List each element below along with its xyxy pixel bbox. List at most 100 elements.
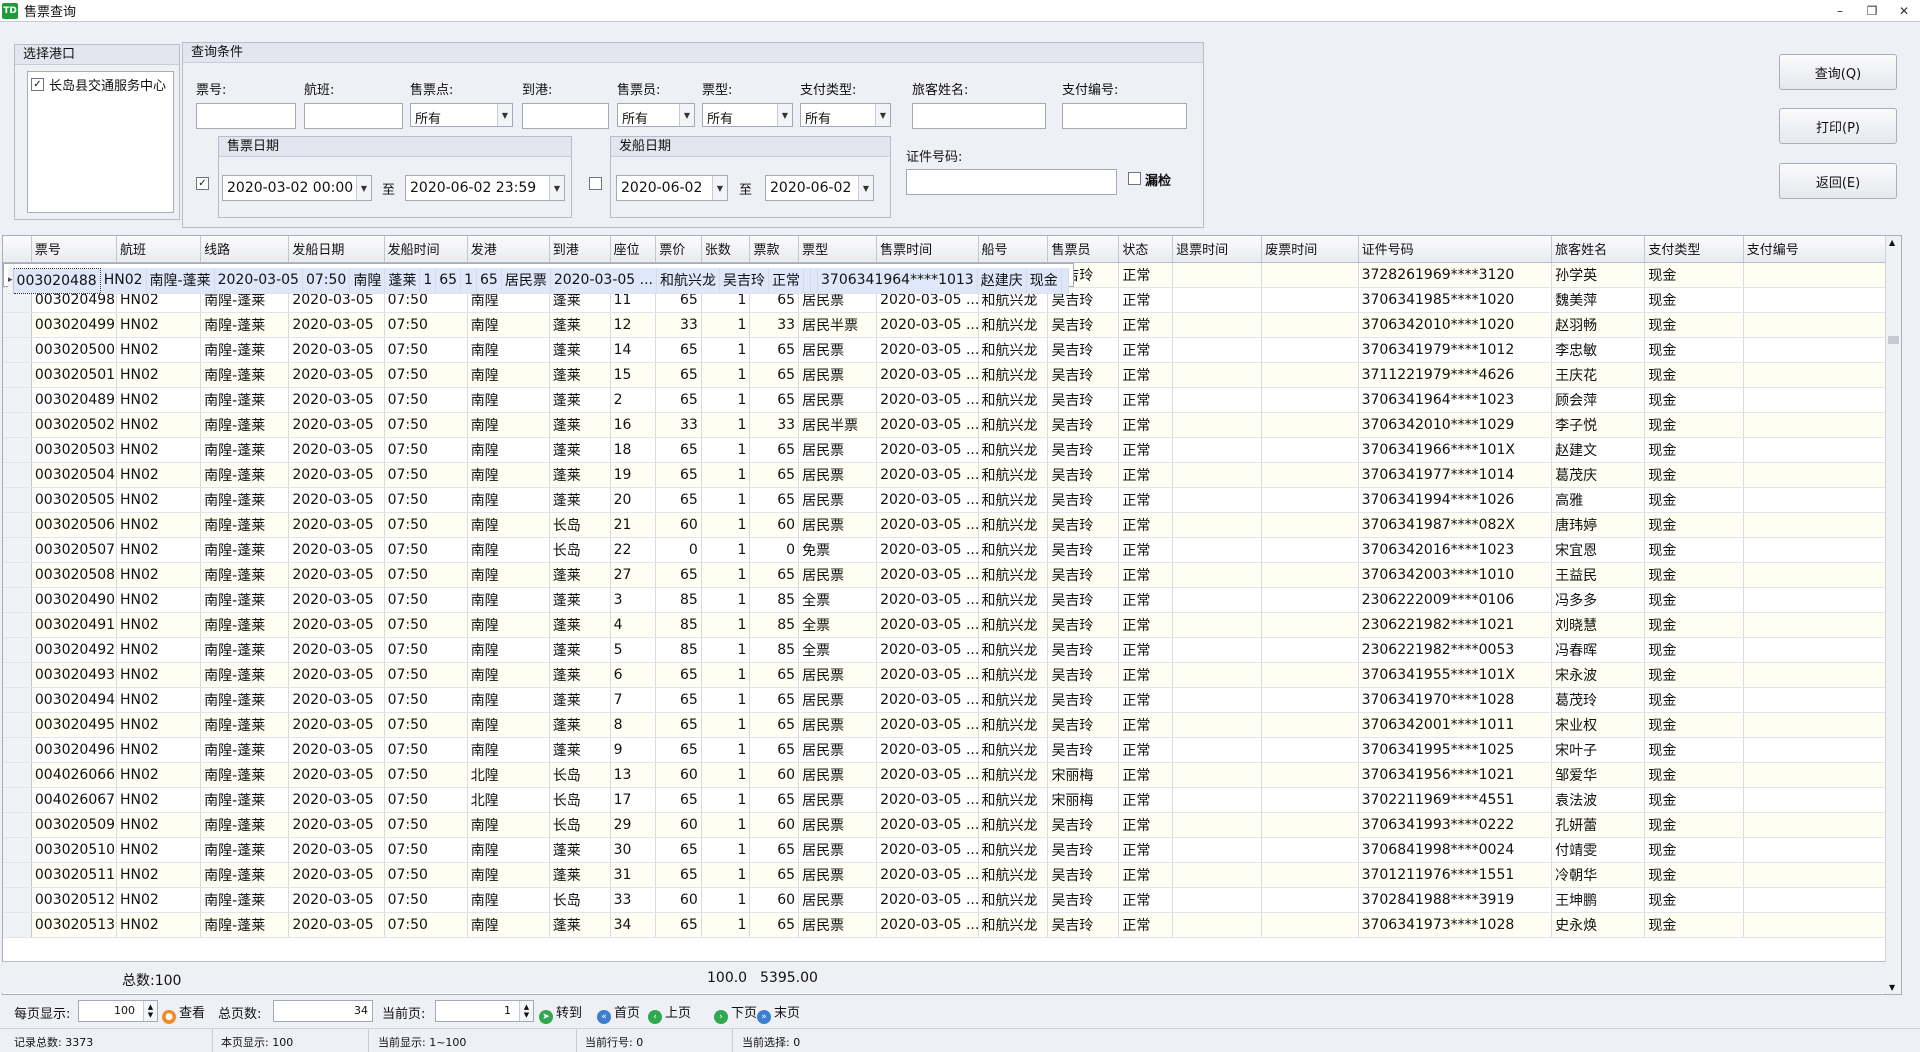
table-cell[interactable]: 21 xyxy=(610,512,657,538)
table-cell[interactable]: 和航兴龙 xyxy=(978,637,1049,663)
table-cell[interactable] xyxy=(1743,837,1901,863)
table-cell[interactable]: 现金 xyxy=(1644,637,1744,663)
table-cell[interactable]: 吴吉玲 xyxy=(1047,612,1120,638)
table-cell[interactable] xyxy=(1261,662,1359,688)
table-cell[interactable] xyxy=(1172,612,1263,638)
table-cell[interactable]: 南隍-蓬莱 xyxy=(200,687,290,713)
table-cell[interactable]: 孙学英 xyxy=(1551,262,1646,288)
table-cell[interactable]: 19 xyxy=(610,462,657,488)
table-cell[interactable]: 孔妍蕾 xyxy=(1551,812,1646,838)
table-cell[interactable]: 1 xyxy=(701,812,751,838)
row-indicator[interactable] xyxy=(3,562,32,588)
table-row[interactable]: 004026067 HN02 南隍-蓬莱 2020-03-05 07:50 北隍 长岛 17 6… xyxy=(3,787,1901,813)
table-cell[interactable] xyxy=(1172,287,1263,313)
table-row[interactable]: ▸ 003020488 HN02 南隍-蓬莱 2020-03-05 07:50 南隍 蓬莱 1 6… xyxy=(3,262,1074,294)
table-cell[interactable]: 31 xyxy=(610,862,657,888)
table-cell[interactable]: 南隍 xyxy=(467,912,550,938)
table-cell[interactable]: 20 xyxy=(610,487,657,513)
table-cell[interactable] xyxy=(1261,637,1359,663)
table-cell[interactable]: 3706342010****1020 xyxy=(1358,312,1553,338)
table-cell[interactable]: 居民票 xyxy=(798,737,878,763)
table-cell[interactable]: 史永焕 xyxy=(1551,912,1646,938)
table-cell[interactable]: 16 xyxy=(610,412,657,438)
table-row[interactable]: 003020512 HN02 南隍-蓬莱 2020-03-05 07:50 南隍 长岛 33 6… xyxy=(3,887,1901,913)
chevron-down-icon[interactable]: ▼ xyxy=(549,176,564,200)
table-cell[interactable]: 李忠敏 xyxy=(1551,337,1646,363)
table-cell[interactable] xyxy=(1743,287,1901,313)
table-cell[interactable]: 吴吉玲 xyxy=(1047,362,1120,388)
table-cell[interactable]: 3706341987****082X xyxy=(1358,512,1553,538)
table-row[interactable]: 003020510 HN02 南隍-蓬莱 2020-03-05 07:50 南隍 蓬莱 30 6… xyxy=(3,837,1901,863)
table-cell[interactable]: 南隍 xyxy=(467,487,550,513)
table-cell[interactable]: 正常 xyxy=(1118,587,1174,613)
table-cell[interactable]: HN02 xyxy=(116,737,202,763)
table-cell[interactable]: HN02 xyxy=(116,487,202,513)
table-cell[interactable]: 1 xyxy=(701,837,751,863)
table-cell[interactable]: 和航兴龙 xyxy=(978,887,1049,913)
table-cell[interactable]: 3706341956****1021 xyxy=(1358,762,1553,788)
print-button[interactable]: 打印(P) xyxy=(1779,108,1897,144)
table-cell[interactable]: 60 xyxy=(749,887,800,913)
ticket-no-input[interactable] xyxy=(196,103,296,129)
table-cell[interactable] xyxy=(1743,712,1901,738)
table-cell[interactable]: HN02 xyxy=(116,437,202,463)
table-cell[interactable]: 2020-03-05 xyxy=(288,462,385,488)
table-cell[interactable]: 0 xyxy=(749,537,800,563)
table-cell[interactable]: HN02 xyxy=(116,362,202,388)
table-cell[interactable]: HN02 xyxy=(116,587,202,613)
ticket-grid[interactable]: 票号 航班 线路 发船日期 发船时间 发港 到港 座位 票价 张数 票款 票型 售票时间 船号 售票员 状态退… xyxy=(2,235,1902,995)
table-cell[interactable]: 1 xyxy=(419,268,437,294)
table-cell[interactable]: 003020508 xyxy=(31,562,118,588)
column-header[interactable]: 票号 xyxy=(31,236,118,263)
table-cell[interactable]: 60 xyxy=(655,812,702,838)
table-cell[interactable]: 60 xyxy=(749,762,800,788)
scroll-up-icon[interactable]: ▲ xyxy=(1889,238,1895,247)
row-indicator[interactable] xyxy=(3,912,32,938)
table-cell[interactable]: 蓬莱 xyxy=(549,362,611,388)
table-cell[interactable]: 65 xyxy=(655,737,702,763)
table-row[interactable]: 003020489 HN02 南隍-蓬莱 2020-03-05 07:50 南隍 蓬莱 2 65… xyxy=(3,387,1901,413)
table-cell[interactable] xyxy=(1172,737,1263,763)
table-cell[interactable]: 吴吉玲 xyxy=(1047,437,1120,463)
table-cell[interactable]: 全票 xyxy=(798,612,878,638)
table-cell[interactable]: 和航兴龙 xyxy=(978,712,1049,738)
table-cell[interactable]: 正常 xyxy=(1118,562,1174,588)
table-cell[interactable]: 07:50 xyxy=(302,268,351,294)
table-cell[interactable]: 17 xyxy=(610,787,657,813)
table-cell[interactable]: 33 xyxy=(749,412,800,438)
table-cell[interactable]: 30 xyxy=(610,837,657,863)
table-cell[interactable] xyxy=(1743,437,1901,463)
table-cell[interactable]: 现金 xyxy=(1644,837,1744,863)
chevron-down-icon[interactable]: ▼ xyxy=(356,176,371,200)
table-cell[interactable]: 3706341973****1028 xyxy=(1358,912,1553,938)
table-cell[interactable]: 07:50 xyxy=(384,687,468,713)
table-cell[interactable]: 18 xyxy=(610,437,657,463)
table-cell[interactable]: 1 xyxy=(701,437,751,463)
table-cell[interactable]: 居民票 xyxy=(798,862,878,888)
table-cell[interactable]: 003020488 xyxy=(12,267,101,294)
passenger-name-input[interactable] xyxy=(912,103,1046,129)
table-cell[interactable]: 1 xyxy=(701,687,751,713)
table-row[interactable]: 003020500 HN02 南隍-蓬莱 2020-03-05 07:50 南隍 蓬莱 14 6… xyxy=(3,337,1901,363)
table-cell[interactable]: 南隍 xyxy=(467,337,550,363)
table-cell[interactable]: HN02 xyxy=(116,862,202,888)
table-cell[interactable]: 和航兴龙 xyxy=(978,512,1049,538)
table-cell[interactable]: 1 xyxy=(701,412,751,438)
table-cell[interactable]: 003020490 xyxy=(31,587,118,613)
table-cell[interactable] xyxy=(1261,862,1359,888)
table-cell[interactable]: 现金 xyxy=(1644,737,1744,763)
table-cell[interactable] xyxy=(1172,412,1263,438)
table-cell[interactable]: 和航兴龙 xyxy=(978,312,1049,338)
table-cell[interactable]: 2020-03-05 xyxy=(288,487,385,513)
query-button[interactable]: 查询(Q) xyxy=(1779,54,1897,90)
table-cell[interactable]: 1 xyxy=(701,787,751,813)
table-cell[interactable]: 2020-03-05 xyxy=(288,362,385,388)
table-cell[interactable] xyxy=(1172,912,1263,938)
table-cell[interactable] xyxy=(1261,587,1359,613)
table-cell[interactable] xyxy=(1172,362,1263,388)
table-cell[interactable]: 07:50 xyxy=(384,912,468,938)
table-cell[interactable] xyxy=(1743,587,1901,613)
table-cell[interactable]: 南隍 xyxy=(467,637,550,663)
table-cell[interactable]: 003020492 xyxy=(31,637,118,663)
table-cell[interactable] xyxy=(1261,487,1359,513)
